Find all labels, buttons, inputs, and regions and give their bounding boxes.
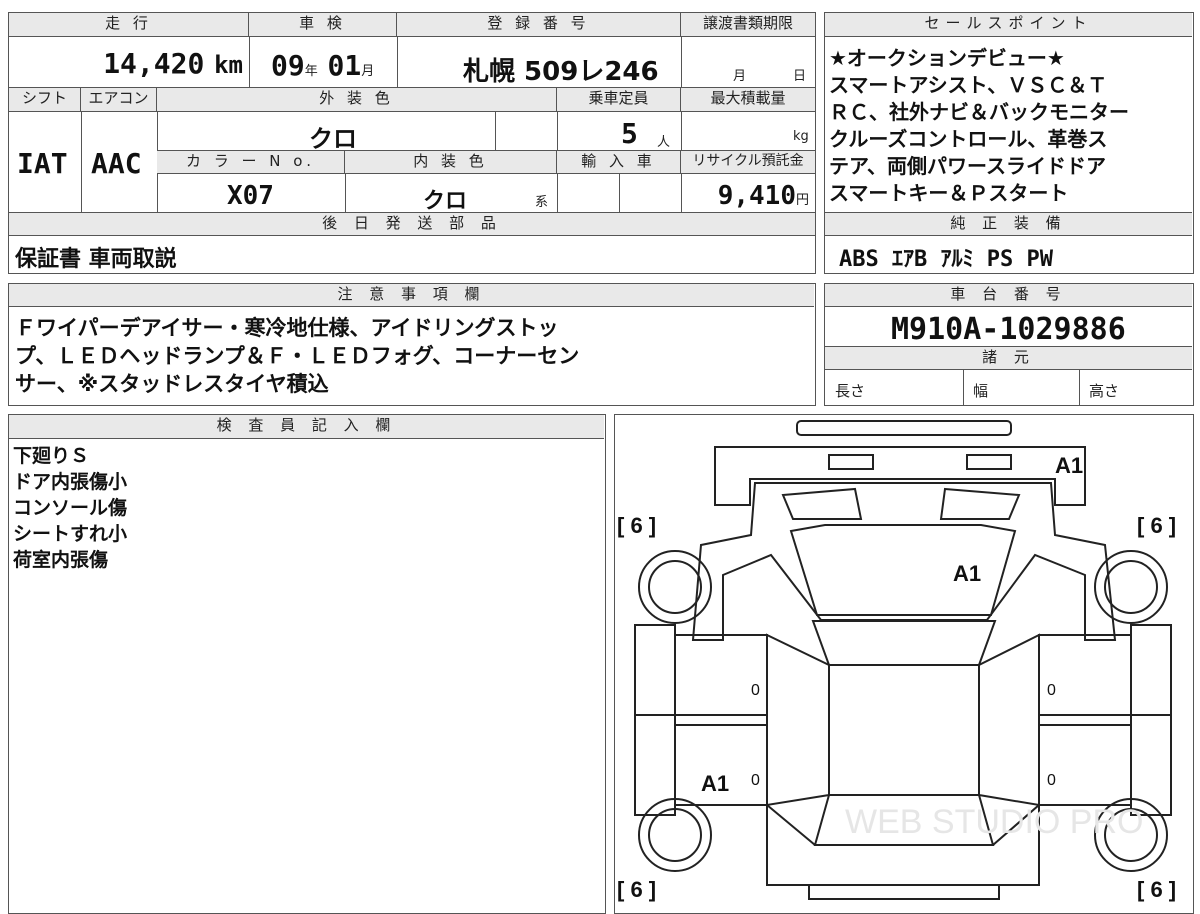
inspection-header: 車 検	[249, 13, 397, 37]
zero-mark-left-rear-door: 0	[751, 772, 760, 789]
registration-value: 札幌 509レ246	[463, 57, 659, 87]
inspector-notes: 下廻りＳ ドア内張傷小 コンソール傷 シートすれ小 荷室内張傷	[13, 443, 593, 573]
notes-body: Ｆワイパーデアイサー・寒冷地仕様、アイドリングストッ プ、ＬＥＤヘッドランプ＆Ｆ…	[15, 314, 811, 398]
equipment-header: 純 正 装 備	[825, 213, 1192, 236]
damage-mark-hood: A1	[953, 561, 981, 586]
car-diagram: [ 6 ] [ 6 ] [ 6 ] [ 6 ] A1 A1 A1 0 0 0 0…	[617, 420, 1176, 902]
chassis-panel: 車 台 番 号 M910A-1029886 諸 元 長さ 幅 高さ	[824, 283, 1194, 406]
inspector-line: シートすれ小	[13, 523, 128, 545]
aircon-header: エアコン	[81, 88, 157, 112]
shift-header: シフト	[9, 88, 81, 112]
damage-mark-left-rear: A1	[701, 771, 729, 796]
exterior-color-value: クロ	[309, 125, 357, 153]
zero-mark-left-front-door: 0	[751, 682, 760, 699]
specs-header: 諸 元	[825, 347, 1192, 370]
equipment-value: ABS ｴｱB ｱﾙﾐ PS PW	[839, 247, 1053, 272]
zero-mark-right-rear-door: 0	[1047, 772, 1056, 789]
maxload-unit: kg	[793, 129, 809, 144]
watermark: WEB STUDIO PRO	[845, 803, 1143, 841]
inspector-header: 検 査 員 記 入 欄	[9, 415, 604, 439]
sales-points-list: ★オークションデビュー★ スマートアシスト、ＶＳＣ＆Ｔ ＲＣ、社外ナビ＆バックモ…	[829, 45, 1191, 207]
tire-front-left-label: [ 6 ]	[617, 513, 656, 538]
sales-point-line: テア、両側パワースライドドア	[829, 154, 1106, 178]
mileage-value: 14,420 km	[103, 47, 243, 80]
sales-point-line: クルーズコントロール、革巻ス	[829, 127, 1108, 151]
damage-mark-front: A1	[1055, 453, 1083, 478]
sales-point-line: スマートアシスト、ＶＳＣ＆Ｔ	[829, 73, 1108, 97]
color-no-value: X07	[227, 181, 274, 211]
vehicle-info-table: 走 行 車 検 登 録 番 号 譲渡書類期限 14,420 km 09年 01月…	[8, 12, 816, 274]
note-line: Ｆワイパーデアイサー・寒冷地仕様、アイドリングストッ	[15, 316, 559, 340]
height-label: 高さ	[1089, 382, 1120, 400]
car-diagram-panel: [ 6 ] [ 6 ] [ 6 ] [ 6 ] A1 A1 A1 0 0 0 0…	[614, 414, 1194, 914]
later-parts-header: 後 日 発 送 部 品	[9, 213, 815, 236]
capacity-unit: 人	[657, 135, 671, 150]
interior-color-value: クロ	[423, 189, 468, 214]
notes-panel: 注 意 事 項 欄 Ｆワイパーデアイサー・寒冷地仕様、アイドリングストッ プ、Ｌ…	[8, 283, 816, 406]
note-line: プ、ＬＥＤヘッドランプ＆Ｆ・ＬＥＤフォグ、コーナーセン	[15, 344, 580, 368]
shift-value: IAT	[17, 147, 68, 180]
sales-points-header: セールスポイント	[825, 13, 1192, 37]
length-label: 長さ	[835, 382, 866, 400]
capacity-value: 5	[621, 117, 638, 150]
inspection-value: 09年 01月	[271, 49, 375, 82]
inspector-line: 荷室内張傷	[13, 549, 109, 571]
chassis-number: M910A-1029886	[891, 312, 1126, 347]
notes-header: 注 意 事 項 欄	[9, 284, 814, 307]
interior-color-header: 内 装 色	[345, 151, 557, 174]
exterior-color-header: 外 装 色	[157, 88, 557, 112]
import-header: 輸 入 車	[557, 151, 681, 174]
maxload-header: 最大積載量	[681, 88, 815, 112]
tire-front-right-label: [ 6 ]	[1137, 513, 1176, 538]
recycle-fee-value: 9,410円	[717, 181, 809, 211]
inspector-line: 下廻りＳ	[13, 445, 90, 467]
transfer-day-unit: 日	[793, 69, 807, 84]
registration-header: 登 録 番 号	[397, 13, 681, 37]
width-label: 幅	[973, 382, 989, 400]
aircon-value: AAC	[91, 147, 142, 180]
sales-point-line: ★オークションデビュー★	[829, 46, 1065, 70]
tire-rear-left-label: [ 6 ]	[617, 877, 656, 902]
later-parts-value: 保証書 車両取説	[15, 247, 177, 272]
transfer-deadline-header: 譲渡書類期限	[681, 13, 815, 37]
sales-point-line: スマートキー＆Ｐスタート	[829, 181, 1069, 205]
note-line: サー、※スタッドレスタイヤ積込	[15, 372, 329, 396]
recycle-fee-header: リサイクル預託金	[681, 151, 815, 174]
color-no-header: カ ラ ー N o.	[157, 151, 345, 174]
chassis-header: 車 台 番 号	[825, 284, 1192, 307]
transfer-month-unit: 月	[733, 69, 747, 84]
mileage-header: 走 行	[9, 13, 249, 37]
interior-color-suffix: 系	[535, 195, 549, 210]
sales-points-panel: セールスポイント ★オークションデビュー★ スマートアシスト、ＶＳＣ＆Ｔ ＲＣ、…	[824, 12, 1194, 274]
inspector-line: ドア内張傷小	[13, 471, 128, 493]
zero-mark-right-front-door: 0	[1047, 682, 1056, 699]
inspector-panel: 検 査 員 記 入 欄 下廻りＳ ドア内張傷小 コンソール傷 シートすれ小 荷室…	[8, 414, 606, 914]
inspector-line: コンソール傷	[13, 497, 128, 519]
tire-rear-right-label: [ 6 ]	[1137, 877, 1176, 902]
capacity-header: 乗車定員	[557, 88, 681, 112]
sales-point-line: ＲＣ、社外ナビ＆バックモニター	[829, 100, 1129, 124]
